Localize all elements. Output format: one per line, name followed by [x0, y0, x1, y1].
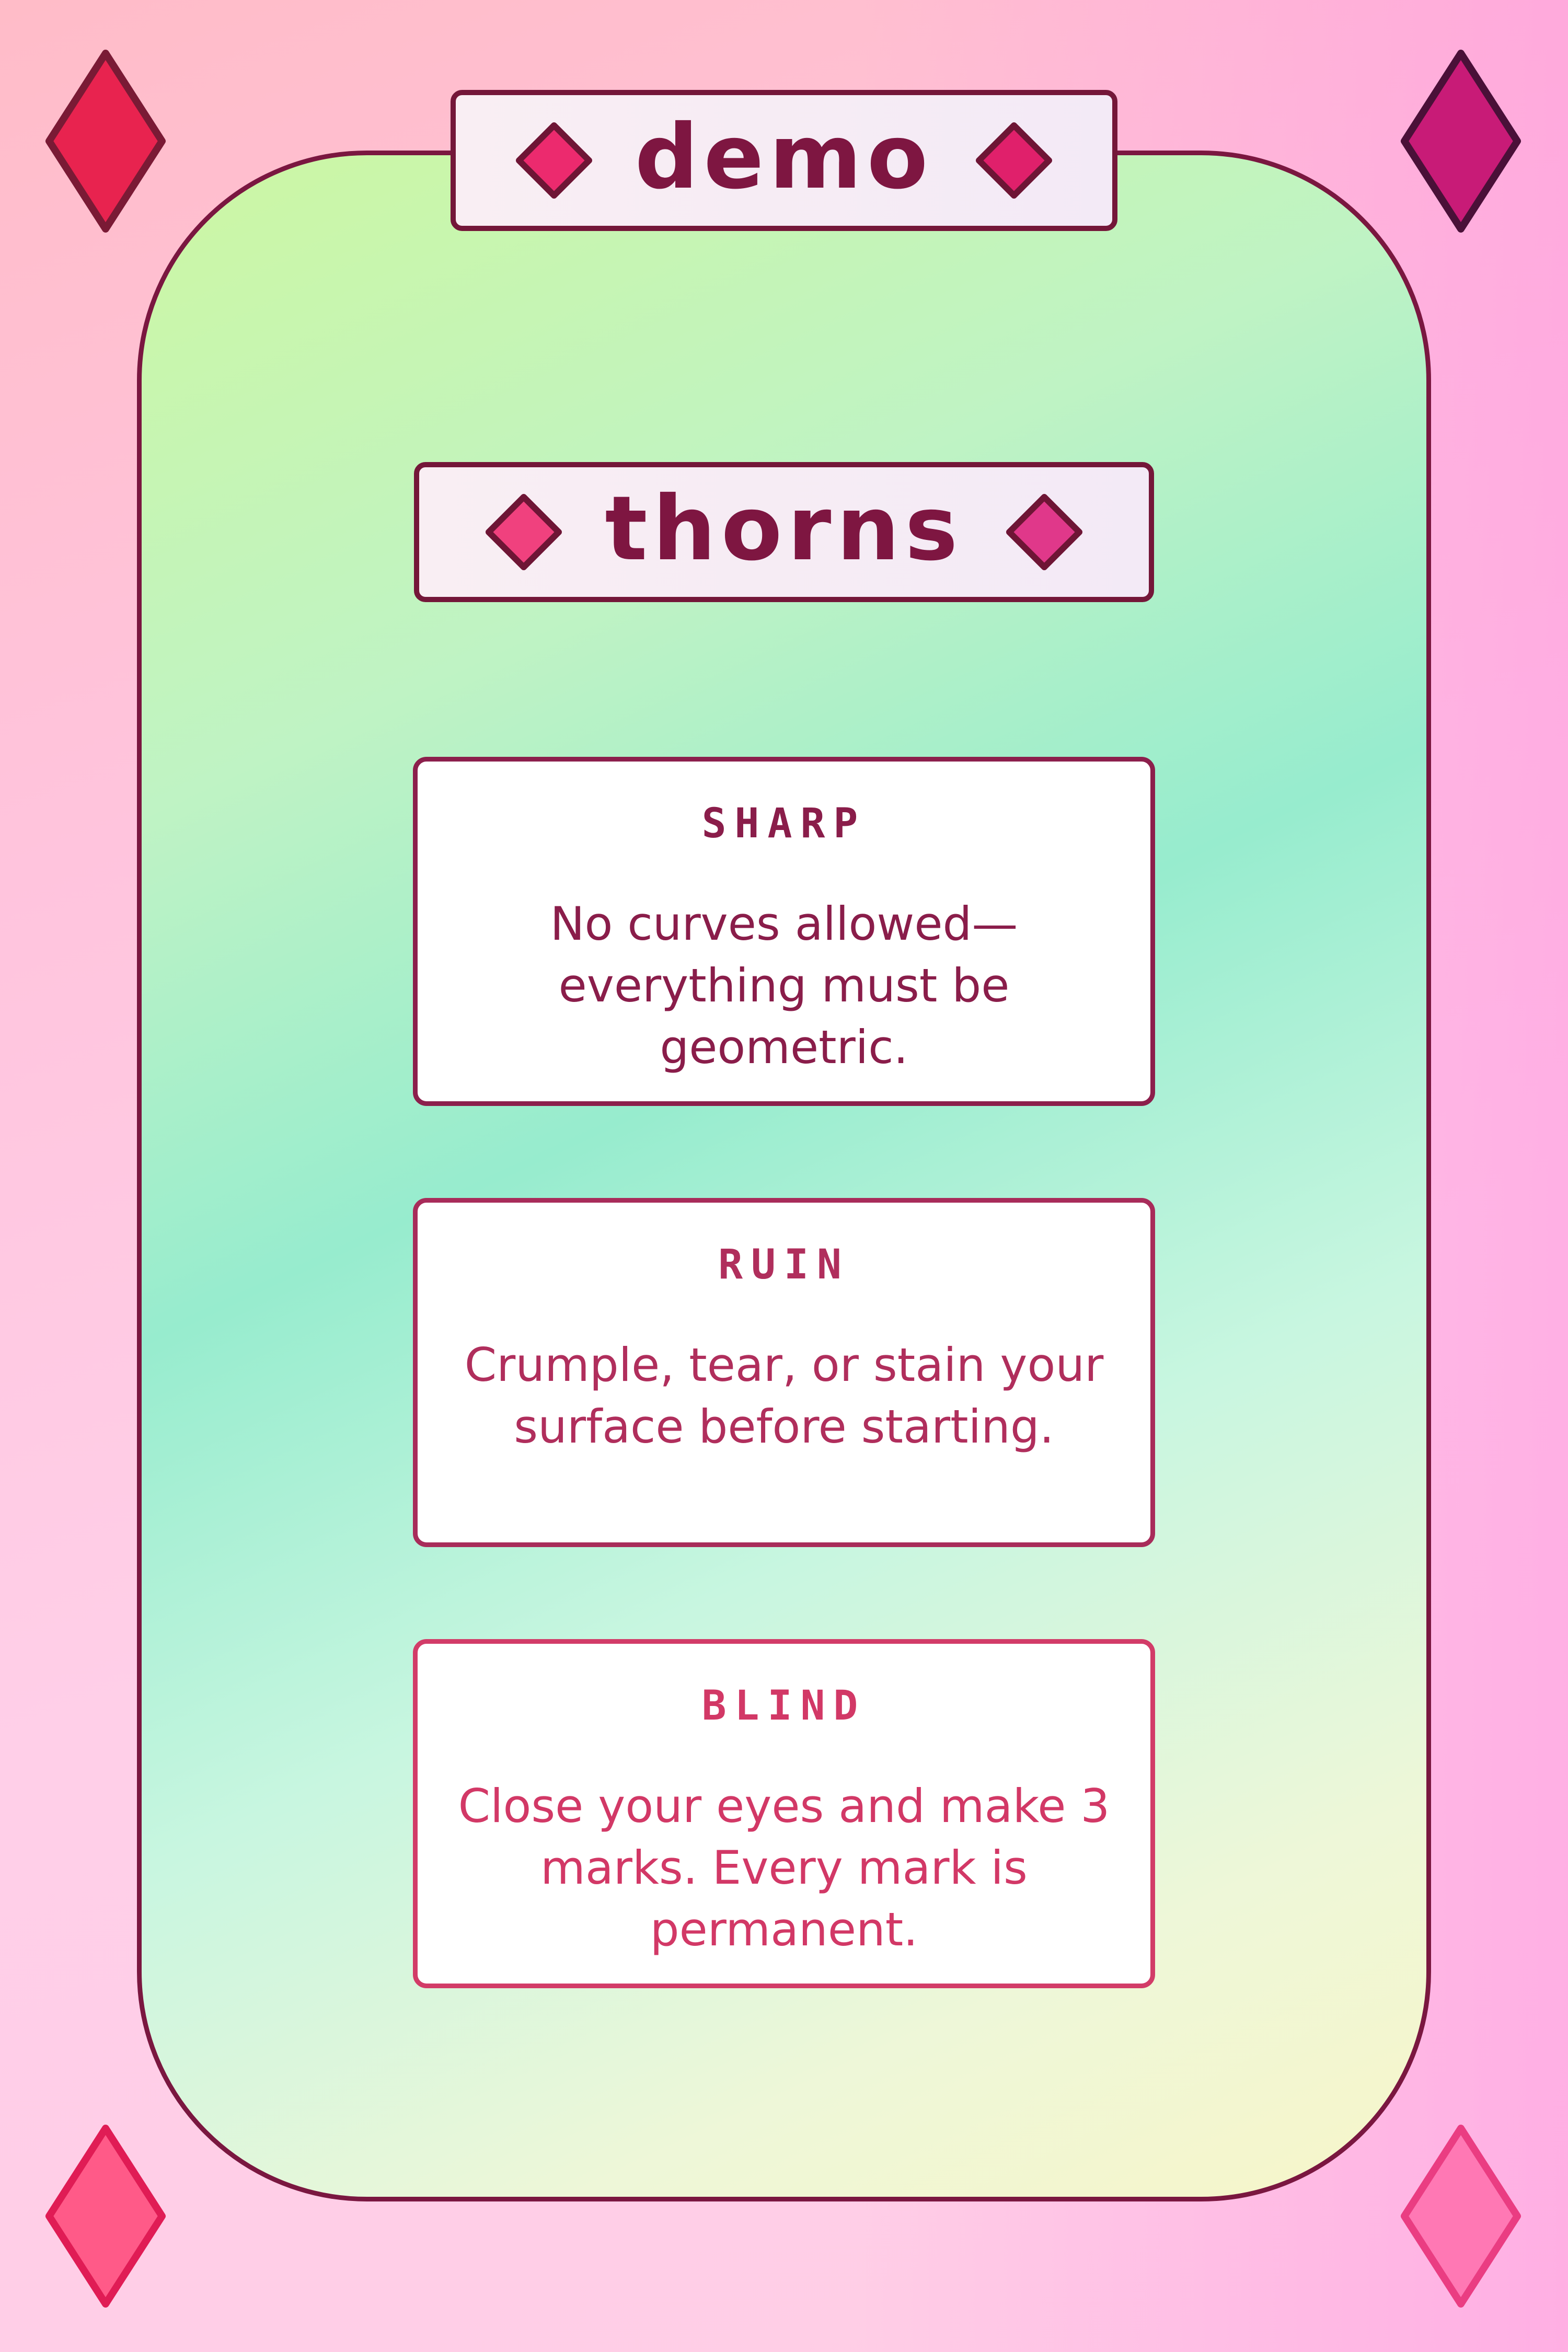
- rule-card-blind: BLIND Close your eyes and make 3 marks. …: [413, 1639, 1155, 1988]
- demo-banner: demo: [451, 90, 1117, 231]
- rule-title: RUIN: [718, 1241, 850, 1288]
- demo-label: demo: [635, 106, 933, 209]
- card-title-banner: thorns: [414, 462, 1154, 602]
- rule-card-ruin: RUIN Crumple, tear, or stain your surfac…: [413, 1198, 1155, 1547]
- corner-diamond-icon-bottom-right: [1398, 2122, 1524, 2310]
- diamond-gem-icon: [975, 121, 1053, 200]
- rule-text: Close your eyes and make 3 marks. Every …: [458, 1779, 1110, 1956]
- rule-text: Crumple, tear, or stain your surface bef…: [464, 1338, 1104, 1454]
- rule-text: No curves allowed—everything must be geo…: [550, 897, 1018, 1074]
- rule-title: BLIND: [701, 1682, 867, 1730]
- game-card-page: { "header": { "label": "demo" }, "card":…: [0, 0, 1568, 2352]
- rule-card-sharp: SHARP No curves allowed—everything must …: [413, 757, 1155, 1106]
- corner-diamond-icon-top-left: [43, 47, 168, 235]
- diamond-gem-icon: [485, 493, 563, 571]
- rule-title: SHARP: [701, 800, 867, 847]
- diamond-gem-icon: [515, 121, 593, 200]
- card-title: thorns: [605, 477, 963, 581]
- corner-diamond-icon-bottom-left: [43, 2122, 168, 2310]
- diamond-gem-icon: [1005, 493, 1083, 571]
- corner-diamond-icon-top-right: [1398, 47, 1524, 235]
